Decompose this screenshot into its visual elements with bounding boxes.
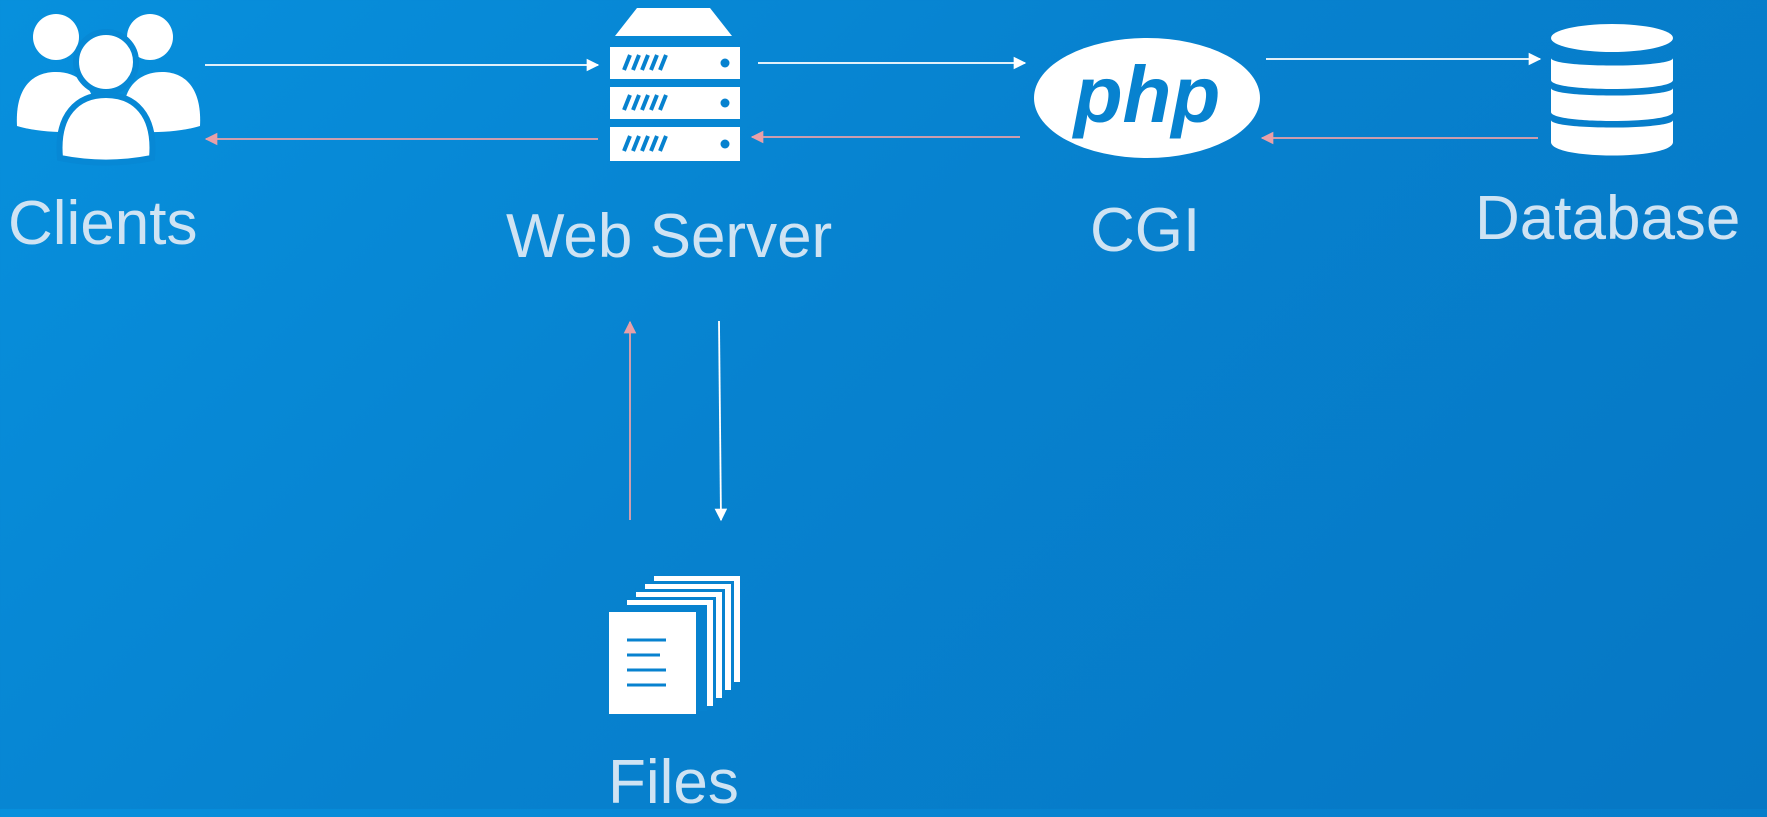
cgi-label: CGI xyxy=(1090,196,1201,265)
server-rack-icon xyxy=(610,8,740,161)
diagram-canvas: php xyxy=(16,8,1673,714)
php-logo-icon: php xyxy=(1034,38,1260,158)
database-label: Database xyxy=(1475,184,1741,253)
users-group-icon xyxy=(16,14,201,166)
database-icon xyxy=(1551,24,1673,156)
diagram-edges xyxy=(204,52,1542,522)
files-label: Files xyxy=(608,748,739,817)
documents-stack-icon xyxy=(609,576,740,714)
php-logo-text: php xyxy=(1072,50,1221,139)
arrow-webserver-to-files xyxy=(714,320,728,522)
web-server-label: Web Server xyxy=(506,202,833,271)
clients-label: Clients xyxy=(8,189,198,258)
architecture-diagram: php Clients Web Server CGI Database File… xyxy=(0,0,1767,814)
